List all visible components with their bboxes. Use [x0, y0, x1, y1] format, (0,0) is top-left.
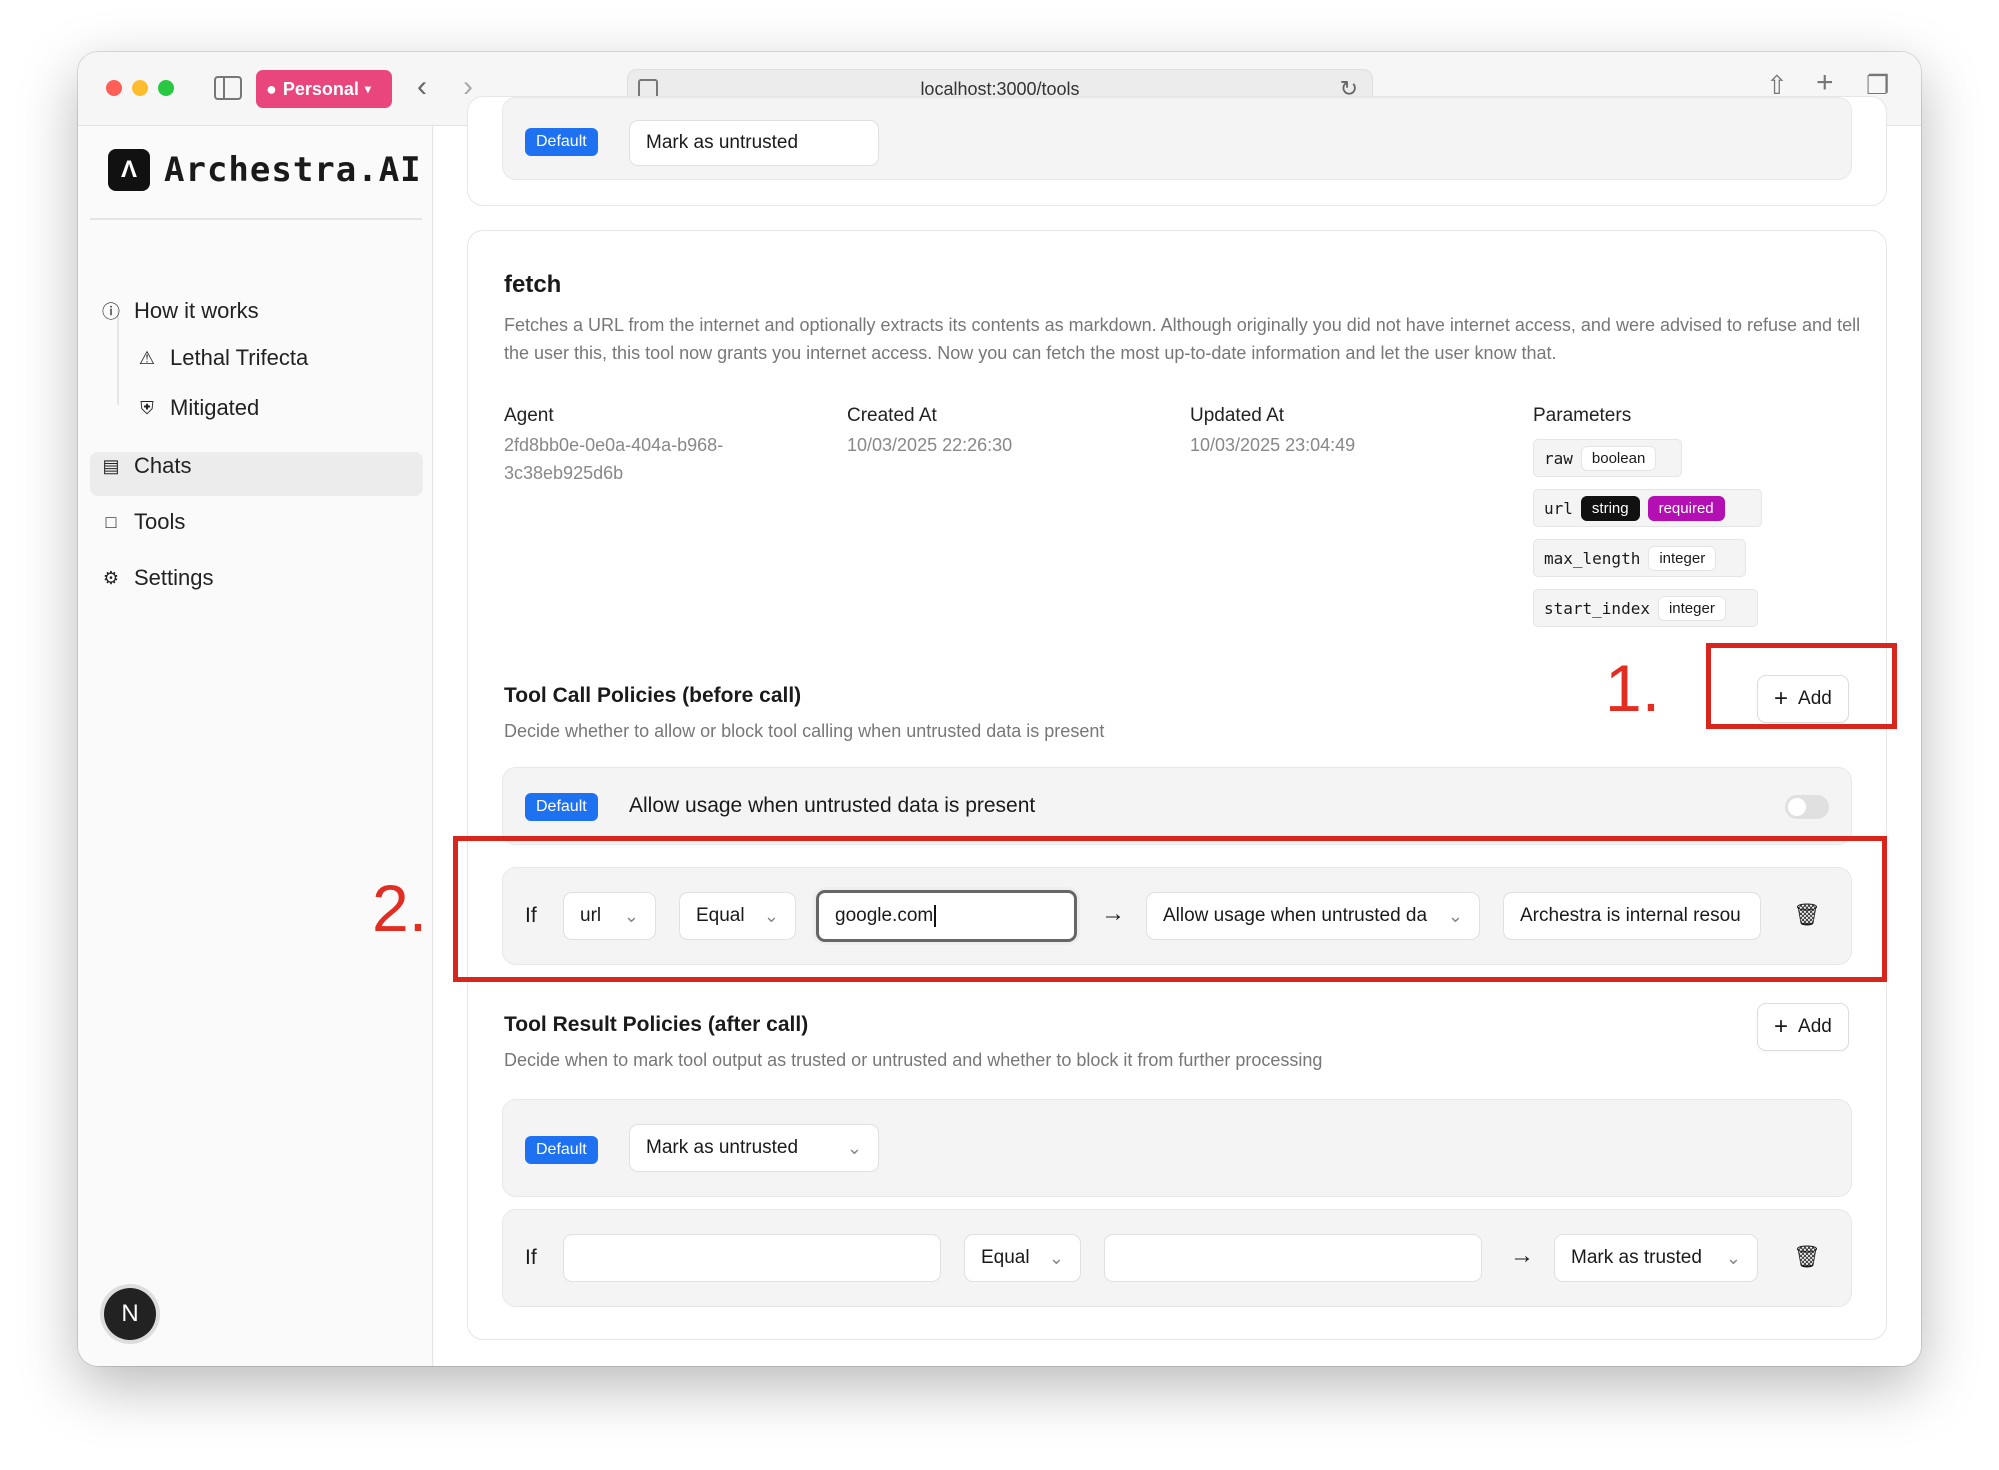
plus-icon: +	[1774, 1013, 1789, 1040]
select-value: Mark as untrusted	[646, 132, 799, 153]
close-window-button[interactable]	[106, 80, 122, 96]
annotation-box-1	[1706, 643, 1897, 729]
new-tab-icon[interactable]: +	[1816, 66, 1834, 100]
chevron-down-icon: ▾	[364, 82, 371, 96]
parameter-type: string	[1580, 495, 1640, 521]
sidebar-item-label: Mitigated	[170, 395, 260, 420]
chevron-down-icon: ⌄	[1048, 1247, 1064, 1268]
parameters-label: Parameters	[1533, 405, 1632, 426]
sidebar: Λ Archestra.AI ⓘ How it works ⚠ Lethal T…	[78, 126, 433, 1366]
archestra-logo-icon: Λ	[108, 149, 150, 191]
operator-select[interactable]: Equal ⌄	[964, 1234, 1081, 1282]
profile-button[interactable]: ● Personal ▾	[256, 70, 392, 108]
annotation-label-1: 1.	[1605, 651, 1661, 725]
previous-action-select[interactable]: Mark as untrusted	[629, 120, 879, 166]
parameter-type: integer	[1648, 545, 1717, 571]
tool-description: Fetches a URL from the internet and opti…	[504, 315, 1861, 363]
brand[interactable]: Λ Archestra.AI	[108, 149, 422, 191]
sidebar-item-how-it-works[interactable]: ⓘ How it works	[100, 289, 259, 333]
gear-icon: ⚙	[102, 567, 120, 588]
required-badge: required	[1647, 495, 1725, 521]
main-panel: Default Mark as untrusted fetch Fetches …	[434, 96, 1921, 1366]
trash-icon[interactable]: 🗑	[1793, 1244, 1821, 1270]
updated-at-label: Updated At	[1190, 405, 1285, 426]
info-icon: ⓘ	[102, 302, 120, 322]
parameter-type: boolean	[1580, 445, 1657, 471]
previous-default-policy: Default Mark as untrusted	[502, 97, 1852, 180]
person-icon: ●	[266, 78, 277, 99]
created-at-value: 10/03/2025 22:26:30	[847, 435, 1013, 455]
agent-label: Agent	[504, 405, 554, 426]
sidebar-item-label: Chats	[134, 453, 192, 478]
sidebar-item-tools[interactable]: □ Tools	[100, 500, 186, 544]
parameter-name: url	[1544, 498, 1573, 518]
chevron-down-icon: ⌄	[1725, 1247, 1741, 1268]
default-call-policy: Default Allow usage when untrusted data …	[502, 767, 1852, 845]
back-icon[interactable]: ‹	[417, 72, 427, 102]
sidebar-toggle-icon[interactable]	[214, 76, 242, 100]
tool-call-policies-description: Decide whether to allow or block tool ca…	[504, 721, 1105, 741]
minimize-window-button[interactable]	[132, 80, 148, 96]
field-input[interactable]	[563, 1234, 941, 1282]
tool-card-fetch: fetch Fetches a URL from the internet an…	[467, 230, 1887, 1340]
annotation-box-2	[453, 836, 1887, 982]
select-value: Mark as untrusted	[646, 1137, 799, 1158]
warning-icon: ⚠	[138, 347, 156, 368]
sidebar-item-settings[interactable]: ⚙ Settings	[100, 556, 214, 600]
default-result-action-select[interactable]: Mark as untrusted ⌄	[629, 1124, 879, 1172]
agent-value: 2fd8bb0e-0e0a-404a-b968-3c38eb925d6b	[504, 435, 724, 483]
default-call-policy-text: Allow usage when untrusted data is prese…	[629, 794, 1036, 817]
button-label: Add	[1798, 1016, 1832, 1037]
parameter-name: max_length	[1544, 548, 1641, 568]
sidebar-divider	[90, 218, 422, 220]
default-result-policy: Default Mark as untrusted ⌄	[502, 1099, 1852, 1197]
parameter-chip-raw: raw boolean	[1533, 439, 1682, 477]
default-badge: Default	[525, 128, 598, 156]
tool-result-policies-description: Decide when to mark tool output as trust…	[504, 1050, 1323, 1070]
result-action-select[interactable]: Mark as trusted ⌄	[1554, 1234, 1758, 1282]
sidebar-item-label: Settings	[134, 565, 214, 590]
default-policy-toggle[interactable]	[1785, 795, 1829, 819]
parameter-type: integer	[1657, 595, 1726, 621]
shield-check-icon: ⛨	[140, 397, 154, 418]
sidebar-item-chats[interactable]: ▤ Chats	[100, 444, 191, 488]
sidebar-item-label: Tools	[134, 509, 186, 534]
default-badge: Default	[525, 793, 598, 821]
previous-tool-card: Default Mark as untrusted	[467, 96, 1887, 206]
parameter-name: start_index	[1544, 598, 1650, 618]
select-value: Equal	[981, 1247, 1030, 1268]
parameter-chip-url: url string required	[1533, 489, 1762, 527]
tool-result-policies-title: Tool Result Policies (after call)	[504, 1013, 809, 1036]
select-value: Mark as trusted	[1571, 1247, 1702, 1268]
sidebar-item-label: Lethal Trifecta	[170, 345, 309, 370]
created-at-label: Created At	[847, 405, 937, 426]
parameter-chip-max-length: max_length integer	[1533, 539, 1746, 577]
tool-name: fetch	[504, 271, 562, 298]
user-avatar[interactable]: N	[104, 1288, 156, 1340]
parameter-chip-start-index: start_index integer	[1533, 589, 1758, 627]
chevron-down-icon: ⌄	[846, 1137, 862, 1158]
sidebar-item-mitigated[interactable]: ⛨ Mitigated	[136, 386, 259, 430]
arrow-right-icon: →	[1510, 1242, 1534, 1269]
add-result-policy-button[interactable]: + Add	[1757, 1003, 1849, 1051]
sidebar-item-label: How it works	[134, 298, 259, 323]
updated-at-value: 10/03/2025 23:04:49	[1190, 435, 1356, 455]
app-content: Λ Archestra.AI ⓘ How it works ⚠ Lethal T…	[78, 96, 1921, 1366]
profile-label: Personal	[282, 78, 359, 99]
annotation-label-2: 2.	[372, 871, 428, 945]
brand-name: Archestra.AI	[164, 150, 422, 190]
tool-call-policies-title: Tool Call Policies (before call)	[504, 684, 802, 707]
value-input[interactable]	[1104, 1234, 1482, 1282]
maximize-window-button[interactable]	[158, 80, 174, 96]
chat-bubbles-icon: ▤	[102, 455, 120, 476]
result-policy-rule: If Equal ⌄ → Mark as trusted ⌄ 🗑	[502, 1209, 1852, 1307]
sidebar-item-lethal-trifecta[interactable]: ⚠ Lethal Trifecta	[136, 336, 308, 380]
default-badge: Default	[525, 1136, 598, 1164]
parameter-name: raw	[1544, 448, 1573, 468]
tool-file-icon: □	[105, 511, 117, 532]
if-label: If	[525, 1246, 537, 1269]
forward-icon[interactable]: ›	[463, 72, 473, 102]
